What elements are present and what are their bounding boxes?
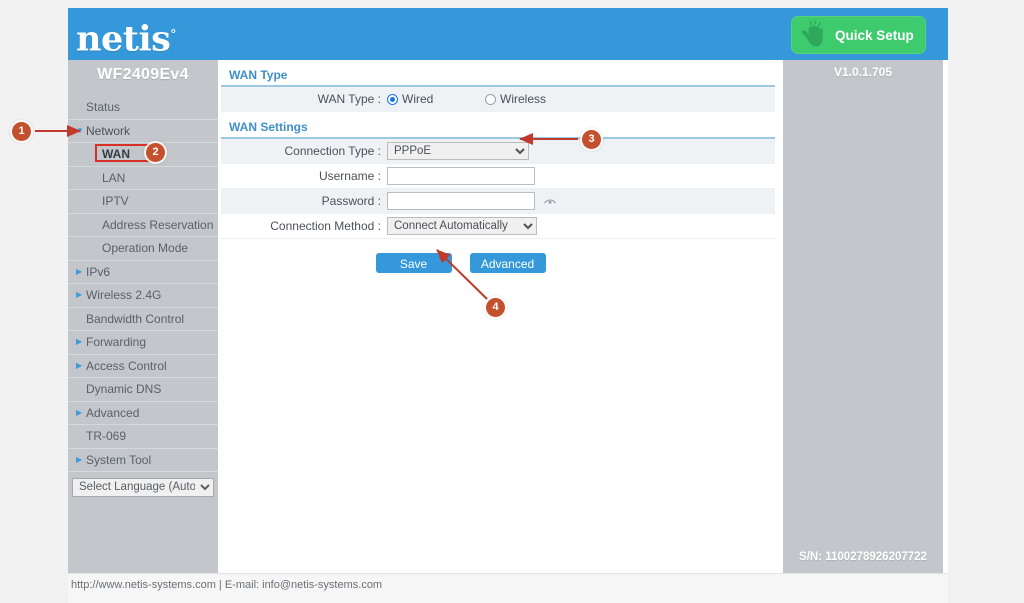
sidebar-item-label: LAN [102, 170, 126, 185]
sidebar-nav: Status ▼ Network WAN LAN IPTV Address Re… [68, 96, 218, 472]
sidebar-item-operation-mode[interactable]: Operation Mode [68, 237, 218, 261]
device-model-name: WF2409Ev4 [97, 66, 189, 83]
username-row: Username : [221, 164, 775, 189]
wan-type-radio-wireless[interactable]: Wireless [485, 92, 546, 106]
page-left-gutter [0, 0, 68, 603]
quick-setup-button[interactable]: Quick Setup [791, 16, 926, 54]
sidebar-item-wireless-24g[interactable]: ▶ Wireless 2.4G [68, 284, 218, 308]
sidebar-item-label: Status [86, 100, 121, 114]
sidebar-item-label: WAN [102, 147, 130, 161]
caret-right-icon: ▶ [76, 266, 83, 276]
sidebar-item-wan[interactable]: WAN [68, 143, 218, 167]
sidebar-item-label: System Tool [86, 452, 152, 467]
sidebar-item-system-tool[interactable]: ▶ System Tool [68, 448, 218, 472]
app-header: netis° Quick Setup [68, 8, 948, 60]
sidebar-item-ipv6[interactable]: ▶ IPv6 [68, 260, 218, 284]
sidebar-item-bandwidth-control[interactable]: Bandwidth Control [68, 307, 218, 331]
sidebar-item-advanced[interactable]: ▶ Advanced [68, 401, 218, 425]
form-actions: Save Advanced [218, 253, 783, 273]
sidebar-item-label: Forwarding [86, 335, 147, 349]
footer-text: http://www.netis-systems.com | E-mail: i… [71, 579, 383, 591]
wan-type-row: WAN Type : Wired Wireless [221, 87, 775, 112]
connection-method-select[interactable]: Connect Automatically [387, 217, 537, 235]
sidebar: WF2409Ev4 Status ▼ Network WAN LAN IPTV … [68, 60, 218, 573]
sidebar-item-dynamic-dns[interactable]: Dynamic DNS [68, 378, 218, 402]
password-field [387, 192, 775, 210]
radio-checked-icon [387, 93, 398, 105]
wan-type-radio-wired[interactable]: Wired [387, 92, 485, 106]
annotation-marker-4: 4 [486, 298, 505, 317]
right-info-panel: V1.0.1.705 S/N: 1100278926207722 [783, 60, 943, 573]
wan-type-radio-wireless-label: Wireless [500, 92, 547, 106]
advanced-button[interactable]: Advanced [469, 253, 546, 273]
caret-right-icon: ▶ [76, 454, 83, 464]
language-select-wrapper: Select Language (Auto) [72, 477, 214, 497]
hand-click-icon [797, 20, 833, 50]
netis-logo: netis° [76, 12, 176, 62]
serial-number: S/N: 1100278926207722 [799, 551, 927, 563]
sidebar-item-label: Dynamic DNS [86, 382, 162, 396]
wan-settings-section-title: WAN Settings [221, 117, 775, 139]
caret-right-icon: ▶ [76, 337, 83, 346]
wan-type-label: WAN Type : [317, 92, 381, 106]
caret-right-icon: ▶ [76, 360, 83, 370]
password-label: Password : [321, 194, 381, 208]
connection-type-label: Connection Type : [284, 144, 381, 158]
eye-icon[interactable] [543, 194, 557, 208]
connection-type-row: Connection Type : PPPoE [221, 139, 775, 164]
main-content: WAN Type WAN Type : Wired Wireless WAN S… [218, 60, 783, 573]
sidebar-item-label: Access Control [86, 358, 167, 373]
logo-registered-mark: ° [170, 27, 176, 41]
caret-right-icon: ▶ [76, 290, 83, 299]
sidebar-item-label: Operation Mode [102, 241, 189, 255]
quick-setup-label: Quick Setup [835, 27, 914, 43]
sidebar-item-label: TR-069 [86, 429, 127, 443]
sidebar-item-label: Advanced [86, 405, 140, 420]
username-field [387, 167, 775, 185]
sidebar-item-label: Address Reservation [102, 217, 214, 232]
page-right-gutter [948, 0, 1024, 603]
sidebar-item-tr-069[interactable]: TR-069 [68, 425, 218, 449]
caret-right-icon: ▶ [76, 407, 83, 417]
password-row: Password : [221, 189, 775, 214]
password-input[interactable] [387, 192, 535, 210]
annotation-marker-3: 3 [582, 130, 601, 149]
username-label: Username : [318, 169, 381, 183]
wan-type-section-title: WAN Type [221, 65, 775, 87]
connection-type-select[interactable]: PPPoE [387, 142, 529, 160]
logo-text: netis [76, 18, 171, 60]
sidebar-item-label: Wireless 2.4G [86, 288, 162, 302]
radio-unchecked-icon [485, 93, 496, 105]
sidebar-item-label: Bandwidth Control [86, 311, 185, 326]
annotation-marker-1: 1 [12, 122, 31, 141]
annotation-marker-2: 2 [146, 143, 165, 162]
connection-method-label: Connection Method : [270, 219, 381, 233]
connection-method-row: Connection Method : Connect Automaticall… [221, 214, 775, 239]
caret-down-icon: ▼ [76, 125, 84, 135]
wan-type-radio-wired-label: Wired [402, 92, 434, 106]
language-select[interactable]: Select Language (Auto) [72, 477, 214, 497]
sidebar-item-label: IPTV [102, 194, 129, 208]
sidebar-item-status[interactable]: Status [68, 96, 218, 120]
sidebar-item-network[interactable]: ▼ Network [68, 119, 218, 143]
connection-type-field: PPPoE [387, 142, 775, 160]
wan-type-field: Wired Wireless [387, 92, 775, 106]
router-admin-page: netis° Quick Setup WF2409Ev4 Status ▼ Ne… [0, 0, 1024, 603]
sidebar-item-iptv[interactable]: IPTV [68, 190, 218, 214]
page-top-strip [68, 0, 948, 8]
firmware-version: V1.0.1.705 [833, 65, 893, 79]
username-input[interactable] [387, 167, 535, 185]
connection-method-field: Connect Automatically [387, 217, 775, 235]
sidebar-item-lan[interactable]: LAN [68, 166, 218, 190]
sidebar-item-label: Network [86, 123, 131, 138]
sidebar-item-address-reservation[interactable]: Address Reservation [68, 213, 218, 237]
sidebar-item-forwarding[interactable]: ▶ Forwarding [68, 331, 218, 355]
page-footer: http://www.netis-systems.com | E-mail: i… [68, 573, 948, 603]
save-button[interactable]: Save [375, 253, 452, 273]
sidebar-item-access-control[interactable]: ▶ Access Control [68, 354, 218, 378]
sidebar-item-label: IPv6 [86, 264, 111, 279]
